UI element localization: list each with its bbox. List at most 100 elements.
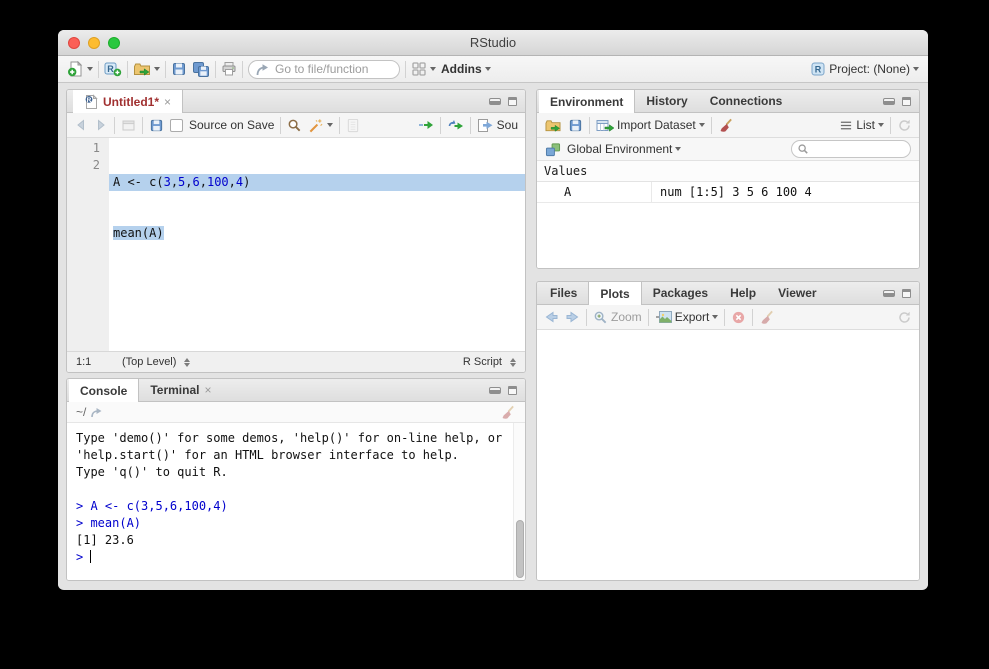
addins-button[interactable]: Addins (441, 62, 491, 76)
refresh-plot-icon[interactable] (897, 310, 912, 325)
print-icon (221, 61, 237, 77)
remove-plot-icon[interactable] (731, 310, 746, 325)
save-icon (171, 61, 187, 77)
clear-environment-icon[interactable] (718, 118, 734, 133)
save-button[interactable] (171, 61, 187, 77)
tab-history[interactable]: History (635, 90, 698, 112)
environment-search-input[interactable] (791, 140, 911, 158)
main-toolbar: R Addins (58, 56, 928, 83)
tab-files[interactable]: Files (539, 282, 588, 304)
tab-terminal[interactable]: Terminal × (139, 379, 222, 401)
import-dataset-button[interactable]: Import Dataset (596, 118, 705, 133)
clear-all-plots-icon[interactable] (759, 310, 775, 325)
minimize-pane-icon[interactable] (883, 98, 895, 105)
find-replace-icon[interactable] (287, 118, 302, 133)
tab-help[interactable]: Help (719, 282, 767, 304)
tab-terminal-close-icon[interactable]: × (204, 383, 211, 397)
panes-layout-button[interactable] (411, 61, 436, 77)
scope-selector[interactable]: (Top Level) (122, 356, 190, 368)
minimize-pane-icon[interactable] (489, 98, 501, 105)
clear-console-icon[interactable] (500, 405, 516, 420)
scope-label: (Top Level) (122, 356, 176, 368)
new-file-button[interactable] (67, 61, 93, 77)
zoom-plot-button[interactable]: Zoom (593, 310, 642, 325)
previous-plot-icon[interactable] (544, 310, 559, 324)
code-area[interactable]: A <- c(3,5,6,100,4) mean(A) (109, 138, 525, 351)
minimize-pane-icon[interactable] (883, 290, 895, 297)
refresh-icon[interactable] (897, 118, 912, 133)
maximize-pane-icon[interactable] (508, 386, 517, 395)
code-token: , (200, 175, 207, 189)
source-button[interactable]: Sou (477, 118, 518, 133)
tab-untitled1[interactable]: R Untitled1* × (73, 90, 183, 113)
print-button[interactable] (221, 61, 237, 77)
goto-file-input[interactable] (248, 60, 400, 79)
save-all-icon (192, 61, 210, 77)
maximize-pane-icon[interactable] (902, 289, 911, 298)
text-cursor (90, 550, 91, 563)
save-icon[interactable] (149, 118, 164, 133)
console-scrollbar[interactable] (513, 423, 525, 580)
tab-connections[interactable]: Connections (699, 90, 794, 112)
source-on-save-checkbox[interactable] (170, 119, 183, 132)
import-dataset-label: Import Dataset (617, 118, 696, 132)
list-view-button[interactable]: List (839, 118, 884, 132)
maximize-pane-icon[interactable] (508, 97, 517, 106)
export-plot-label: Export (675, 310, 710, 324)
rerun-icon[interactable] (447, 118, 464, 132)
next-plot-icon[interactable] (565, 310, 580, 324)
addins-label: Addins (441, 62, 482, 76)
console-line: 'help.start()' for an HTML browser inter… (76, 447, 505, 464)
tab-viewer[interactable]: Viewer (767, 282, 827, 304)
goto-directory-icon[interactable] (90, 407, 103, 418)
load-workspace-icon[interactable] (544, 118, 562, 133)
console-output[interactable]: Type 'demo()' for some demos, 'help()' f… (67, 423, 525, 580)
open-file-button[interactable] (133, 61, 160, 77)
plots-tabbar: Files Plots Packages Help Viewer (537, 282, 919, 305)
console-prompt: > (76, 550, 83, 564)
tab-packages[interactable]: Packages (642, 282, 719, 304)
line-number: 2 (67, 157, 100, 174)
console-line: > A <- c(3,5,6,100,4) (76, 498, 505, 515)
tab-close-icon[interactable]: × (164, 95, 171, 109)
save-workspace-icon[interactable] (568, 118, 583, 133)
project-menu-button[interactable]: R Project: (None) (810, 61, 919, 77)
goto-file-search (248, 60, 400, 79)
plots-toolbar: Zoom Export (537, 305, 919, 330)
run-line-icon[interactable] (418, 118, 434, 132)
console-line: Type 'demo()' for some demos, 'help()' f… (76, 430, 505, 447)
tab-console[interactable]: Console (69, 379, 139, 402)
plots-minmax (883, 282, 919, 304)
forward-icon[interactable] (94, 118, 108, 132)
save-all-button[interactable] (192, 61, 210, 77)
doc-type-selector[interactable]: R Script (463, 356, 516, 368)
compile-report-icon[interactable] (346, 118, 360, 133)
environment-section-header: Values (537, 161, 919, 182)
code-editor[interactable]: 1 2 A <- c(3,5,6,100,4) mean(A) (67, 138, 525, 351)
r-project-cube-icon: R (810, 61, 826, 77)
open-in-window-icon[interactable] (121, 118, 136, 132)
svg-text:R: R (107, 64, 114, 74)
code-tools-button[interactable] (308, 118, 333, 133)
doc-type-label: R Script (463, 356, 502, 368)
tab-untitled1-label: Untitled1* (103, 95, 159, 109)
export-image-icon (655, 310, 672, 324)
environment-selector-button[interactable]: Global Environment (567, 142, 681, 156)
environment-row-A[interactable]: A num [1:5] 3 5 6 100 4 (537, 182, 919, 203)
console-pane: Console Terminal × ~/ Type 'demo()' for … (66, 378, 526, 581)
back-icon[interactable] (74, 118, 88, 132)
r-document-icon: R (84, 94, 98, 110)
zoom-plot-label: Zoom (611, 310, 642, 324)
minimize-pane-icon[interactable] (489, 387, 501, 394)
new-project-button[interactable]: R (104, 61, 122, 77)
tab-environment[interactable]: Environment (539, 90, 635, 113)
tab-plots-label: Plots (600, 287, 629, 301)
source-doc-icon (477, 118, 494, 133)
code-token: , (229, 175, 236, 189)
line-number-gutter: 1 2 (67, 138, 109, 351)
export-plot-button[interactable]: Export (655, 310, 719, 324)
tab-plots[interactable]: Plots (588, 282, 641, 305)
maximize-pane-icon[interactable] (902, 97, 911, 106)
console-scrollbar-thumb[interactable] (516, 520, 524, 578)
tab-files-label: Files (550, 286, 577, 300)
